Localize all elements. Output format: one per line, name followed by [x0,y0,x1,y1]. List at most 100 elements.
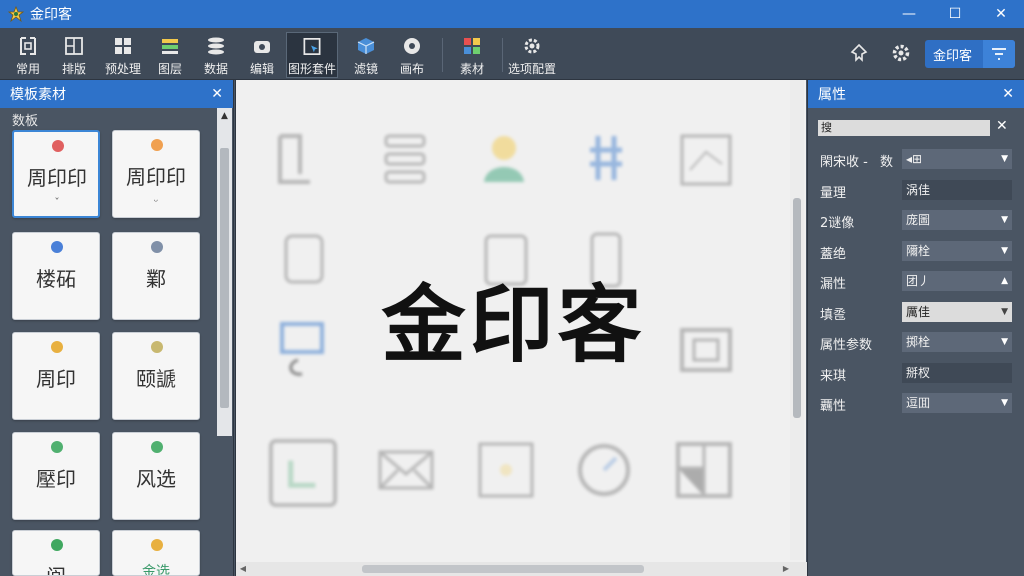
left-panel-scrollbar[interactable]: ▲ [217,108,232,436]
status-dot [151,241,163,253]
property-row: 覊性 逗囬 ▼ [808,388,1024,418]
property-row: 漏性 团丿 ▲ [808,266,1024,296]
tool-label: 选项配置 [508,62,557,76]
close-window-button[interactable]: ✕ [978,0,1024,28]
properties-panel: 属性 ✕ 搜 ✕ 閑宋收 - 数 ◂⊞ ▼ 量理 涡佳 2谜像 庞圖 ▼ 蓋绝 隬栓… [807,80,1024,576]
toolbar-separator [502,38,503,72]
tool-material[interactable]: 素材 [450,32,494,78]
status-dot [151,539,163,551]
template-card[interactable]: 周印印 ˇ [12,130,100,218]
chevron-down-icon: ▼ [1001,215,1008,225]
design-canvas[interactable]: 金印客 ◀ ▶ [235,80,807,576]
template-card[interactable]: 风选 [112,432,200,520]
chevron-down-icon: ▼ [1001,398,1008,408]
template-card[interactable]: 周印印 ᵕ [112,130,200,218]
canvas-vertical-scrollbar[interactable] [790,80,804,560]
property-dropdown[interactable]: 团丿 ▲ [901,270,1013,292]
property-row: 来琪 掰杈 [808,358,1024,388]
property-row: 2谜像 庞圖 ▼ [808,205,1024,235]
filter-button[interactable] [983,40,1015,68]
tool-shape-kit[interactable]: 图形套件 [286,32,338,78]
maximize-button[interactable]: ☐ [932,0,978,28]
ghost-clock-icon [578,444,630,496]
tool-label: 画布 [399,62,424,76]
template-card[interactable]: 颐謕 [112,332,200,420]
tool-data[interactable]: 数据 [196,32,236,78]
template-card-sub: ᵕ [153,195,159,208]
property-row: 閑宋收 - 数 ◂⊞ ▼ [808,144,1024,174]
property-value: 庞圖 [906,213,931,227]
tool-label: 图形套件 [287,62,336,76]
property-dropdown[interactable]: 掷栓 ▼ [901,331,1013,353]
template-card[interactable]: 楼砳 [12,232,100,320]
tool-label: 图层 [157,62,182,76]
template-card-title: 阆 [13,561,99,575]
template-card-title: 周印 [36,367,76,391]
template-card[interactable]: 鄴 [112,232,200,320]
tool-edit[interactable]: 编辑 [242,32,282,78]
pin-icon[interactable] [848,42,870,64]
property-label: 量理 [820,186,847,201]
search-clear-button[interactable]: ✕ [996,118,1008,134]
app-logo-icon [8,6,24,22]
tool-label: 数据 [203,62,228,76]
property-search-input[interactable]: 搜 [818,120,990,136]
property-dropdown[interactable]: 隬栓 ▼ [901,240,1013,262]
property-dropdown[interactable]: 庞圖 ▼ [901,209,1013,231]
left-panel-title: 模板素材 [10,87,66,103]
template-card[interactable]: 金选 [112,530,200,576]
property-label: 来琪 [820,369,847,384]
tool-preprocess[interactable]: 预处理 [100,32,146,78]
layout-grid-icon [65,37,83,55]
filter-icon [992,48,1006,60]
tool-layout[interactable]: 排版 [52,32,96,78]
template-card-title: 周印印 [126,165,186,189]
property-value: 掰杈 [906,366,931,380]
property-value: 团丿 [906,274,931,288]
tool-common[interactable]: 常用 [6,32,50,78]
settings-gear-icon[interactable] [890,42,912,64]
color-grid-icon [464,38,480,54]
scroll-left-arrow[interactable]: ◀ [236,562,250,576]
property-dropdown[interactable]: 逗囬 ▼ [901,392,1013,414]
property-label: 閑宋收 - [820,155,868,170]
scroll-thumb[interactable] [220,148,229,408]
scroll-thumb[interactable] [793,198,801,418]
tool-settings[interactable]: 选项配置 [508,32,557,78]
template-card[interactable]: 周印 [12,332,100,420]
brand-watermark: 金印客 [381,276,646,374]
canvas-horizontal-scrollbar[interactable]: ◀ ▶ [236,562,807,576]
property-field[interactable]: 掰杈 [901,362,1013,384]
blocks-icon [115,38,131,54]
tool-label: 常用 [15,62,40,76]
property-value: 厲佳 [906,305,931,319]
chevron-down-icon: ▼ [1001,154,1008,164]
property-row: 量理 涡佳 [808,175,1024,205]
property-label: 覊性 [820,399,847,414]
minimize-button[interactable]: — [886,0,932,28]
scroll-up-arrow[interactable]: ▲ [217,108,232,124]
property-field[interactable]: 涡佳 [901,179,1013,201]
section-label: 数板 [12,114,39,129]
properties-header: 属性 ✕ [808,80,1024,108]
tool-canvas[interactable]: 画布 [392,32,432,78]
tool-label: 编辑 [249,62,274,76]
tool-filter[interactable]: 滤镜 [346,32,386,78]
template-card[interactable]: 壓印 [12,432,100,520]
chevron-up-icon: ▲ [1001,276,1008,286]
status-dot [151,441,163,453]
brand-account-button[interactable]: 金印客 [925,40,1015,68]
property-dropdown[interactable]: ◂⊞ ▼ [901,148,1013,170]
left-panel-close-button[interactable]: ✕ [211,86,223,102]
template-card-title: 颐謕 [136,367,176,391]
property-dropdown[interactable]: 厲佳 ▼ [901,301,1013,323]
scroll-thumb[interactable] [362,565,644,573]
property-value: 逗囬 [906,396,931,410]
ghost-target-icon [478,442,534,498]
tool-layers[interactable]: 图层 [150,32,190,78]
template-card[interactable]: 阆 [12,530,100,576]
scroll-right-arrow[interactable]: ▶ [779,562,793,576]
tool-label: 预处理 [104,62,141,76]
left-panel-header: 模板素材 ✕ [0,80,233,108]
properties-close-button[interactable]: ✕ [1002,86,1014,102]
